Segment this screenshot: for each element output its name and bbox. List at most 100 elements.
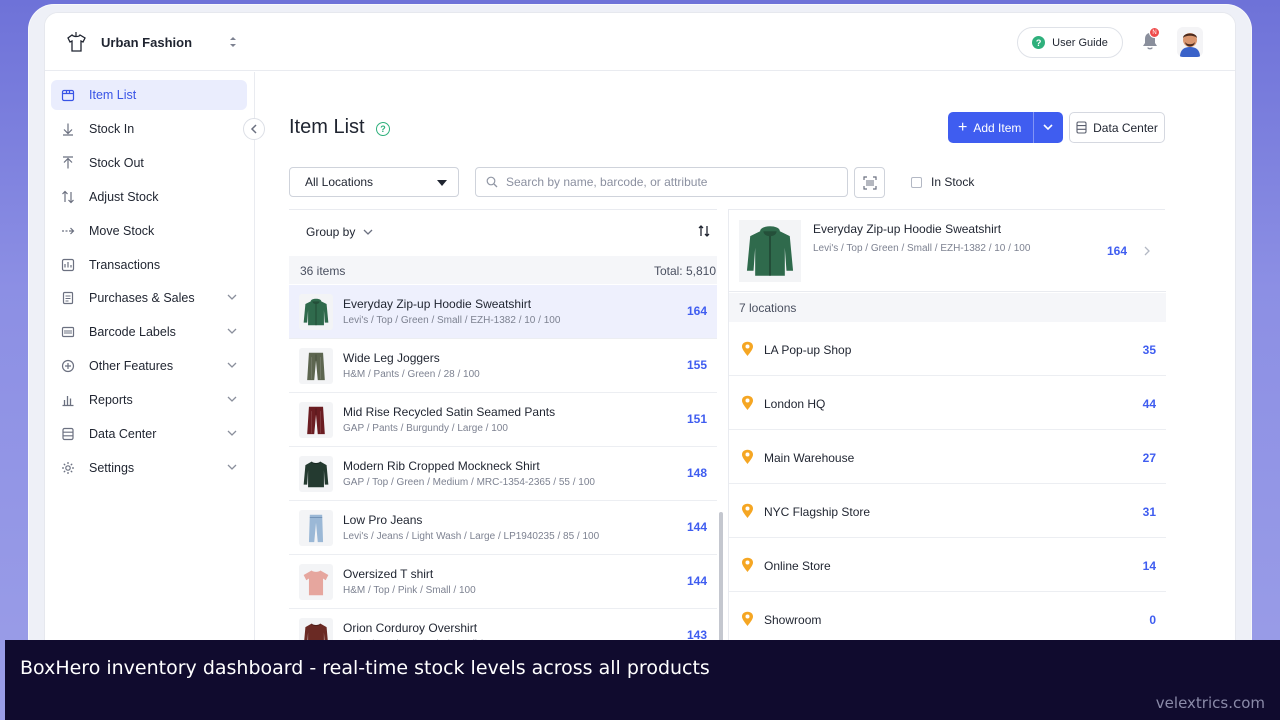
- collapse-sidebar-button[interactable]: [243, 118, 265, 140]
- item-row[interactable]: Oversized T shirt H&M / Top / Pink / Sma…: [289, 555, 717, 609]
- chevron-down-icon[interactable]: [227, 395, 237, 403]
- location-row[interactable]: LA Pop-up Shop 35: [729, 322, 1166, 376]
- sidebar-item-barcode-labels[interactable]: Barcode Labels: [51, 317, 247, 347]
- item-thumbnail: [299, 510, 333, 546]
- item-photo: [303, 298, 329, 326]
- sidebar-item-label: Barcode Labels: [89, 325, 176, 340]
- item-row[interactable]: Wide Leg Joggers H&M / Pants / Green / 2…: [289, 339, 717, 393]
- item-attributes: GAP / Pants / Burgundy / Large / 100: [343, 423, 508, 434]
- item-thumbnail: [299, 348, 333, 384]
- chart-icon: [61, 393, 75, 407]
- search-box[interactable]: [475, 167, 848, 197]
- location-row[interactable]: London HQ 44: [729, 376, 1166, 430]
- barcode-scan-button[interactable]: [854, 167, 885, 198]
- sidebar-item-other-features[interactable]: Other Features: [51, 351, 247, 381]
- location-row[interactable]: Online Store 14: [729, 538, 1166, 592]
- sidebar-item-adjust-stock[interactable]: Adjust Stock: [51, 182, 247, 212]
- sidebar-item-transactions[interactable]: Transactions: [51, 250, 247, 280]
- sidebar-item-label: Other Features: [89, 359, 174, 374]
- chevron-down-icon[interactable]: [227, 463, 237, 471]
- item-thumbnail: [299, 456, 333, 492]
- sidebar-item-label: Transactions: [89, 257, 161, 272]
- item-quantity: 164: [686, 304, 707, 318]
- item-quantity: 151: [686, 412, 707, 426]
- search-input[interactable]: [506, 175, 826, 189]
- item-attributes: H&M / Pants / Green / 28 / 100: [343, 369, 480, 380]
- scan-icon: [862, 175, 877, 190]
- in-stock-checkbox[interactable]: [911, 176, 922, 188]
- location-row[interactable]: Main Warehouse 27: [729, 430, 1166, 484]
- search-icon: [486, 176, 498, 188]
- item-attributes: Levi's / Jeans / Light Wash / Large / LP…: [343, 531, 600, 542]
- database-icon: [1076, 121, 1087, 134]
- item-thumbnail: [299, 294, 333, 330]
- avatar[interactable]: [1177, 27, 1203, 57]
- in-stock-filter[interactable]: In Stock: [911, 175, 974, 189]
- page-title: Item List: [289, 116, 365, 138]
- main-content: Item List ? + Add Item Data Center All L…: [256, 72, 1235, 651]
- item-quantity: 144: [686, 520, 707, 534]
- location-count: 7 locations: [729, 293, 1166, 322]
- chevron-down-icon[interactable]: [227, 293, 237, 301]
- help-icon[interactable]: ?: [376, 122, 390, 136]
- list-summary: 36 items Total: 5,810: [289, 256, 717, 284]
- location-pin-icon: [742, 449, 753, 464]
- detail-header[interactable]: Everyday Zip-up Hoodie Sweatshirt Levi's…: [729, 210, 1166, 292]
- item-photo: [307, 352, 325, 381]
- sidebar-item-label: Data Center: [89, 427, 157, 441]
- location-pin-icon: [742, 611, 753, 626]
- item-row[interactable]: Mid Rise Recycled Satin Seamed Pants GAP…: [289, 393, 717, 447]
- sidebar-item-stock-in[interactable]: Stock In: [51, 114, 247, 144]
- chevron-down-icon[interactable]: [227, 327, 237, 335]
- sort-icon[interactable]: [697, 224, 711, 238]
- detail-item-name: Everyday Zip-up Hoodie Sweatshirt: [813, 222, 1002, 236]
- item-photo: [746, 226, 794, 276]
- item-name: Wide Leg Joggers: [343, 351, 440, 365]
- question-icon: ?: [1032, 36, 1046, 49]
- location-row[interactable]: NYC Flagship Store 31: [729, 484, 1166, 538]
- chevron-down-icon[interactable]: [1043, 124, 1053, 131]
- chevron-down-icon[interactable]: [227, 429, 237, 437]
- move-icon: [61, 224, 75, 238]
- brand-switch-icon[interactable]: [228, 35, 238, 49]
- chevron-right-icon[interactable]: [1144, 246, 1151, 256]
- location-quantity: 0: [1149, 613, 1156, 627]
- item-row[interactable]: Low Pro Jeans Levi's / Jeans / Light Was…: [289, 501, 717, 555]
- sidebar-item-item-list[interactable]: Item List: [51, 80, 247, 110]
- in-stock-label: In Stock: [931, 175, 975, 189]
- caption-site: velextrics.com: [1155, 694, 1265, 712]
- sidebar-item-settings[interactable]: Settings: [51, 453, 247, 483]
- item-name: Orion Corduroy Overshirt: [343, 621, 478, 635]
- item-name: Modern Rib Cropped Mockneck Shirt: [343, 459, 540, 473]
- item-name: Oversized T shirt: [343, 567, 434, 581]
- user-guide-button[interactable]: ? User Guide: [1017, 27, 1123, 58]
- item-detail-panel: Everyday Zip-up Hoodie Sweatshirt Levi's…: [728, 209, 1166, 651]
- data-center-label: Data Center: [1093, 120, 1158, 135]
- brand[interactable]: Urban Fashion: [65, 29, 192, 55]
- sidebar-item-move-stock[interactable]: Move Stock: [51, 216, 247, 246]
- location-pin-icon: [742, 341, 753, 356]
- barcode-icon: [61, 325, 75, 339]
- sidebar-item-purchases-sales[interactable]: Purchases & Sales: [51, 283, 247, 313]
- adjust-icon: [61, 190, 75, 204]
- item-attributes: H&M / Top / Pink / Small / 100: [343, 585, 476, 596]
- sidebar-item-stock-out[interactable]: Stock Out: [51, 148, 247, 178]
- plus-icon: +: [958, 118, 968, 136]
- item-row[interactable]: Everyday Zip-up Hoodie Sweatshirt Levi's…: [289, 285, 717, 339]
- group-by-dropdown[interactable]: Group by: [306, 225, 373, 239]
- sidebar-item-label: Stock In: [89, 121, 135, 136]
- total-quantity: Total: 5,810: [653, 264, 716, 278]
- location-select[interactable]: All Locations: [289, 167, 459, 197]
- caption-text: BoxHero inventory dashboard - real-time …: [20, 657, 710, 679]
- scrollbar[interactable]: [719, 512, 723, 651]
- sidebar-item-reports[interactable]: Reports: [51, 385, 247, 415]
- item-row[interactable]: Modern Rib Cropped Mockneck Shirt GAP / …: [289, 447, 717, 501]
- location-select-value: All Locations: [305, 175, 374, 189]
- chevron-down-icon[interactable]: [227, 361, 237, 369]
- arrow-up-icon: [61, 156, 75, 170]
- add-item-button[interactable]: + Add Item: [948, 112, 1063, 143]
- top-header: Urban Fashion ? User Guide N: [45, 13, 1235, 71]
- data-center-button[interactable]: Data Center: [1069, 112, 1165, 143]
- sidebar-item-data-center[interactable]: Data Center: [51, 419, 247, 449]
- location-row[interactable]: Showroom 0: [729, 592, 1166, 646]
